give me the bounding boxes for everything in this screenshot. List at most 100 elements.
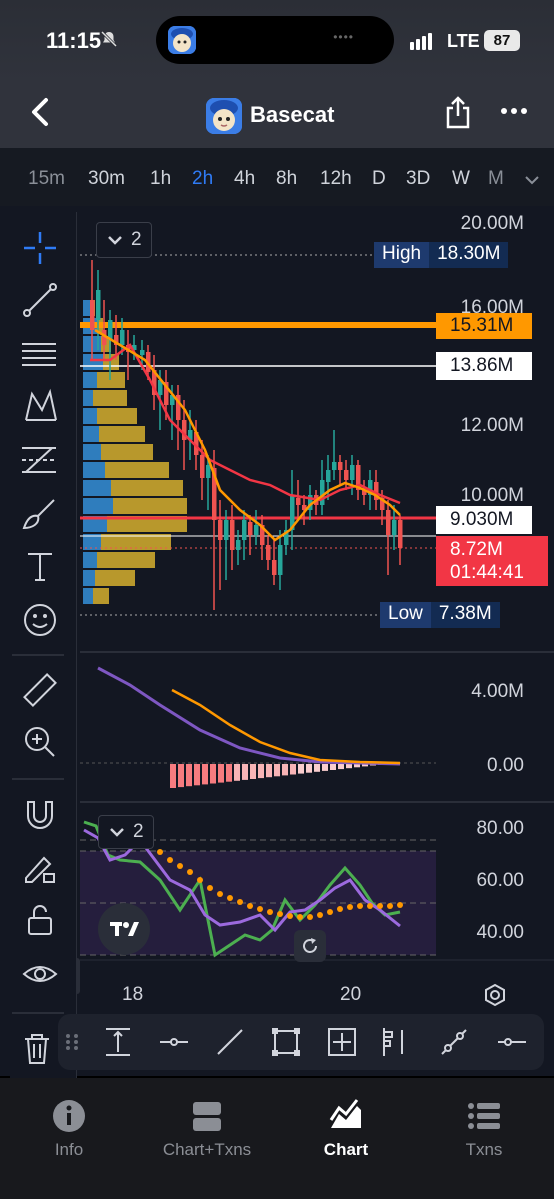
- share-icon[interactable]: [444, 96, 472, 130]
- current-price-badge: 8.72M 01:44:41: [436, 536, 548, 586]
- price-indicator-toggle[interactable]: 2: [96, 222, 152, 258]
- tradingview-logo-icon[interactable]: [98, 903, 150, 955]
- volume-profile-bar: [111, 480, 183, 496]
- lock-pencil-icon[interactable]: [20, 848, 60, 888]
- more-options-icon[interactable]: [500, 96, 528, 133]
- segment-icon[interactable]: [438, 1026, 470, 1058]
- macd-histogram-bar: [314, 764, 320, 772]
- candle: [392, 520, 397, 535]
- macd-histogram-bar: [210, 764, 216, 784]
- volume-profile-bar: [83, 426, 99, 442]
- chart-settings-icon[interactable]: [482, 982, 508, 1008]
- reset-view-icon[interactable]: [294, 930, 326, 962]
- timeframe-2h[interactable]: 2h: [192, 168, 213, 190]
- y-axis-label: 20.00M: [461, 213, 524, 234]
- candle: [344, 470, 349, 480]
- tab-chart[interactable]: Chart: [286, 1098, 406, 1160]
- trend-line-icon[interactable]: [20, 280, 60, 320]
- magnet-icon[interactable]: [20, 794, 60, 834]
- timeframe-W[interactable]: W: [452, 168, 470, 190]
- timeframe-more-chevron-icon[interactable]: [524, 172, 540, 190]
- dynamic-island: ••••: [156, 16, 394, 64]
- bottom-tab-bar: Info Chart+Txns Chart Txns: [0, 1078, 554, 1199]
- volume-profile-bar: [97, 552, 155, 568]
- rsi-signal-dot: [227, 895, 233, 901]
- long-position-icon[interactable]: [378, 1026, 410, 1058]
- rsi-signal-dot: [277, 911, 283, 917]
- timeframe-15m[interactable]: 15m: [28, 168, 65, 190]
- candle-countdown: 01:44:41: [450, 562, 524, 583]
- horizontal-ray-icon[interactable]: [496, 1026, 528, 1058]
- eye-icon[interactable]: [20, 954, 60, 994]
- rectangle-icon[interactable]: [270, 1026, 302, 1058]
- page-title: Basecat: [250, 102, 335, 127]
- macd-histogram-bar: [186, 764, 192, 787]
- macd-histogram-bar: [330, 764, 336, 770]
- volume-profile-bar: [93, 390, 127, 406]
- back-icon[interactable]: [30, 96, 50, 136]
- timeframe-1h[interactable]: 1h: [150, 168, 171, 190]
- unlock-icon[interactable]: [20, 900, 60, 940]
- zoom-in-icon[interactable]: [20, 722, 60, 762]
- drag-handle-icon[interactable]: [64, 1026, 80, 1058]
- macd-histogram-bar: [234, 764, 240, 781]
- trash-icon[interactable]: [22, 1032, 52, 1066]
- rsi-signal-dot: [367, 903, 373, 909]
- drawing-tools-bar: [58, 1014, 544, 1070]
- rsi-signal-dot: [157, 849, 163, 855]
- signal-icon: [410, 32, 434, 50]
- rsi-signal-dot: [377, 903, 383, 909]
- crosshair-icon[interactable]: [20, 228, 60, 268]
- brush-icon[interactable]: [20, 494, 60, 534]
- silent-bell-icon: [100, 30, 118, 53]
- macd-histogram-bar: [242, 764, 248, 780]
- volume-profile-bar: [113, 498, 187, 514]
- tab-info[interactable]: Info: [9, 1098, 129, 1160]
- timeframe-8h[interactable]: 8h: [276, 168, 297, 190]
- high-value: 18.30M: [429, 242, 509, 268]
- move-box-icon[interactable]: [326, 1026, 358, 1058]
- horizontal-line-icon[interactable]: [158, 1026, 190, 1058]
- volume-profile-bar: [83, 408, 97, 424]
- candle: [206, 465, 211, 478]
- macd-histogram-bar: [274, 764, 280, 777]
- timeframe-4h[interactable]: 4h: [234, 168, 255, 190]
- tab-txns[interactable]: Txns: [424, 1098, 544, 1160]
- volume-profile-bar: [99, 426, 145, 442]
- rsi-indicator-toggle[interactable]: 2: [98, 815, 154, 849]
- chevron-down-icon: [107, 223, 123, 257]
- fib-icon[interactable]: [20, 440, 60, 480]
- text-icon[interactable]: [20, 546, 60, 586]
- emoji-icon[interactable]: [20, 600, 60, 640]
- trend-line-tool-icon[interactable]: [214, 1026, 246, 1058]
- rsi-signal-dot: [237, 899, 243, 905]
- ruler-icon[interactable]: [20, 670, 60, 710]
- rsi-signal-dot: [267, 909, 273, 915]
- macd-histogram-bar: [178, 764, 184, 788]
- candle: [332, 462, 337, 470]
- timeframe-M[interactable]: M: [488, 168, 504, 190]
- timeframe-30m[interactable]: 30m: [88, 168, 125, 190]
- y-axis-label: 10.00M: [461, 485, 524, 506]
- token-avatar-icon: [206, 98, 242, 134]
- split-view-icon: [147, 1098, 267, 1134]
- rsi-signal-dot: [387, 903, 393, 909]
- timeframe-3D[interactable]: 3D: [406, 168, 430, 190]
- pattern-icon[interactable]: [20, 386, 60, 426]
- price-range-icon[interactable]: [102, 1026, 134, 1058]
- volume-profile-bar: [101, 444, 153, 460]
- x-axis-label: 18: [122, 984, 144, 1005]
- macd-histogram: [170, 764, 400, 788]
- candle: [200, 455, 205, 478]
- horizontal-lines-icon[interactable]: [20, 334, 60, 374]
- chart-icon: [286, 1098, 406, 1134]
- y-axis-label: 4.00M: [471, 681, 524, 702]
- high-label-text: High: [374, 242, 430, 268]
- timeframe-D[interactable]: D: [372, 168, 386, 190]
- candle: [326, 470, 331, 482]
- timeframe-12h[interactable]: 12h: [320, 168, 352, 190]
- tab-chart-txns[interactable]: Chart+Txns: [147, 1098, 267, 1160]
- candle: [242, 520, 247, 540]
- rsi-signal-dot: [177, 863, 183, 869]
- network-label: LTE: [447, 31, 480, 51]
